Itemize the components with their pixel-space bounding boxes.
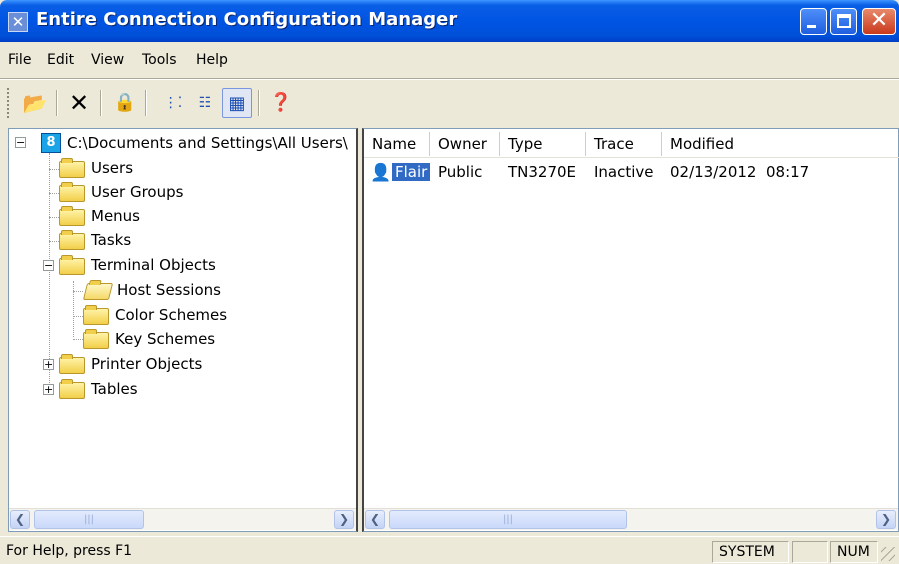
tree-line	[73, 316, 83, 317]
minimize-icon	[807, 25, 816, 28]
list-pane[interactable]: Name Owner Type Trace Modified 👤 Flair P…	[362, 128, 899, 532]
column-header-trace[interactable]: Trace	[586, 132, 662, 156]
column-header-owner[interactable]: Owner	[430, 132, 500, 156]
tree-root[interactable]: − 8 C:\Documents and Settings\All Users\	[13, 133, 353, 155]
tree-pane[interactable]: − 8 C:\Documents and Settings\All Users\…	[8, 128, 358, 532]
folder-icon	[59, 255, 85, 275]
tree-line	[49, 193, 59, 194]
toolbar-grip[interactable]	[7, 88, 11, 118]
lock-icon[interactable]: 🔒	[110, 88, 140, 118]
collapse-icon[interactable]: −	[43, 260, 54, 271]
tree-line	[49, 241, 59, 242]
list-horizontal-scrollbar[interactable]: ❮ ||| ❯	[364, 508, 898, 530]
tree-item-label: Tasks	[91, 231, 132, 249]
tree-item-label: Users	[91, 159, 134, 177]
row-trace: Inactive	[594, 163, 654, 181]
folder-icon	[59, 206, 85, 226]
row-type: TN3270E	[508, 163, 577, 181]
column-header-modified[interactable]: Modified	[662, 132, 812, 156]
tree-item-label: Menus	[91, 207, 140, 225]
status-bar: For Help, press F1 SYSTEM NUM	[0, 536, 899, 564]
menu-file[interactable]: File	[8, 52, 31, 68]
tree-item-label: User Groups	[91, 183, 184, 201]
menu-tools[interactable]: Tools	[142, 52, 177, 68]
app-icon[interactable]: ✕	[8, 12, 28, 32]
tree-line	[73, 339, 83, 340]
column-header-name[interactable]: Name	[364, 132, 430, 156]
tree-line	[73, 281, 74, 337]
resize-grip-icon[interactable]	[881, 547, 895, 561]
menu-help[interactable]: Help	[196, 52, 228, 68]
tree-line	[49, 169, 59, 170]
large-icons-view-icon[interactable]: ⋮⁚	[158, 88, 188, 118]
tree-item-label: Color Schemes	[115, 306, 228, 324]
scroll-thumb[interactable]: |||	[389, 510, 627, 529]
status-panel-system: SYSTEM	[712, 541, 789, 563]
scroll-right-button[interactable]: ❯	[876, 510, 896, 529]
open-folder-icon	[82, 283, 114, 300]
folder-icon	[59, 354, 85, 374]
folder-icon	[83, 305, 109, 325]
tree-root-label: C:\Documents and Settings\All Users\	[67, 134, 348, 152]
minimize-button[interactable]	[800, 8, 827, 35]
delete-icon[interactable]: ✕	[64, 88, 94, 118]
tree-item-label: Key Schemes	[115, 330, 216, 348]
database-icon: 8	[41, 133, 61, 153]
folder-icon	[83, 329, 109, 349]
details-view-icon[interactable]: ▦	[222, 88, 252, 118]
folder-icon	[59, 379, 85, 399]
expand-icon[interactable]: +	[43, 359, 54, 370]
maximize-icon	[837, 14, 851, 28]
status-panel-caps	[792, 541, 828, 563]
tree-item-label: Host Sessions	[117, 281, 221, 299]
header-divider	[364, 157, 899, 158]
list-view-icon[interactable]: ☷	[190, 88, 220, 118]
toolbar: 📂 ✕ 🔒 ⋮⁚ ☷ ▦ ❓	[0, 80, 899, 126]
folder-icon	[59, 182, 85, 202]
toolbar-separator	[56, 90, 58, 116]
tree-line	[49, 217, 59, 218]
maximize-button[interactable]	[830, 8, 857, 35]
toolbar-separator	[258, 90, 260, 116]
scroll-left-button[interactable]: ❮	[10, 510, 30, 529]
close-icon: ✕	[869, 8, 889, 33]
window-title: Entire Connection Configuration Manager	[36, 9, 458, 30]
title-bar: ✕ Entire Connection Configuration Manage…	[0, 0, 899, 42]
row-modified: 02/13/2012 08:17	[670, 163, 810, 181]
toolbar-separator	[100, 90, 102, 116]
tree-line	[73, 291, 83, 292]
tree-item-label: Printer Objects	[91, 355, 203, 373]
status-help-text: For Help, press F1	[6, 543, 133, 559]
toolbar-separator	[145, 90, 147, 116]
menu-edit[interactable]: Edit	[47, 52, 74, 68]
list-row[interactable]: 👤 Flair Public TN3270E Inactive 02/13/20…	[364, 161, 899, 185]
collapse-icon[interactable]: −	[15, 137, 26, 148]
tree-horizontal-scrollbar[interactable]: ❮ ||| ❯	[9, 508, 356, 530]
tree-item-label: Tables	[91, 380, 138, 398]
scroll-left-button[interactable]: ❮	[365, 510, 385, 529]
tree-item-label: Terminal Objects	[91, 256, 216, 274]
expand-icon[interactable]: +	[43, 384, 54, 395]
open-folder-icon[interactable]: 📂	[20, 88, 50, 118]
close-button[interactable]: ✕	[862, 8, 896, 35]
column-header-type[interactable]: Type	[500, 132, 586, 156]
row-owner: Public	[438, 163, 483, 181]
menu-view[interactable]: View	[91, 52, 124, 68]
help-icon[interactable]: ❓	[266, 88, 296, 118]
scroll-right-button[interactable]: ❯	[334, 510, 354, 529]
status-panel-num: NUM	[830, 541, 878, 563]
scroll-thumb[interactable]: |||	[34, 510, 144, 529]
folder-icon	[59, 158, 85, 178]
session-user-icon: 👤	[370, 163, 392, 183]
menu-bar: File Edit View Tools Help	[0, 50, 899, 74]
row-name[interactable]: Flair	[392, 163, 431, 181]
folder-icon	[59, 230, 85, 250]
